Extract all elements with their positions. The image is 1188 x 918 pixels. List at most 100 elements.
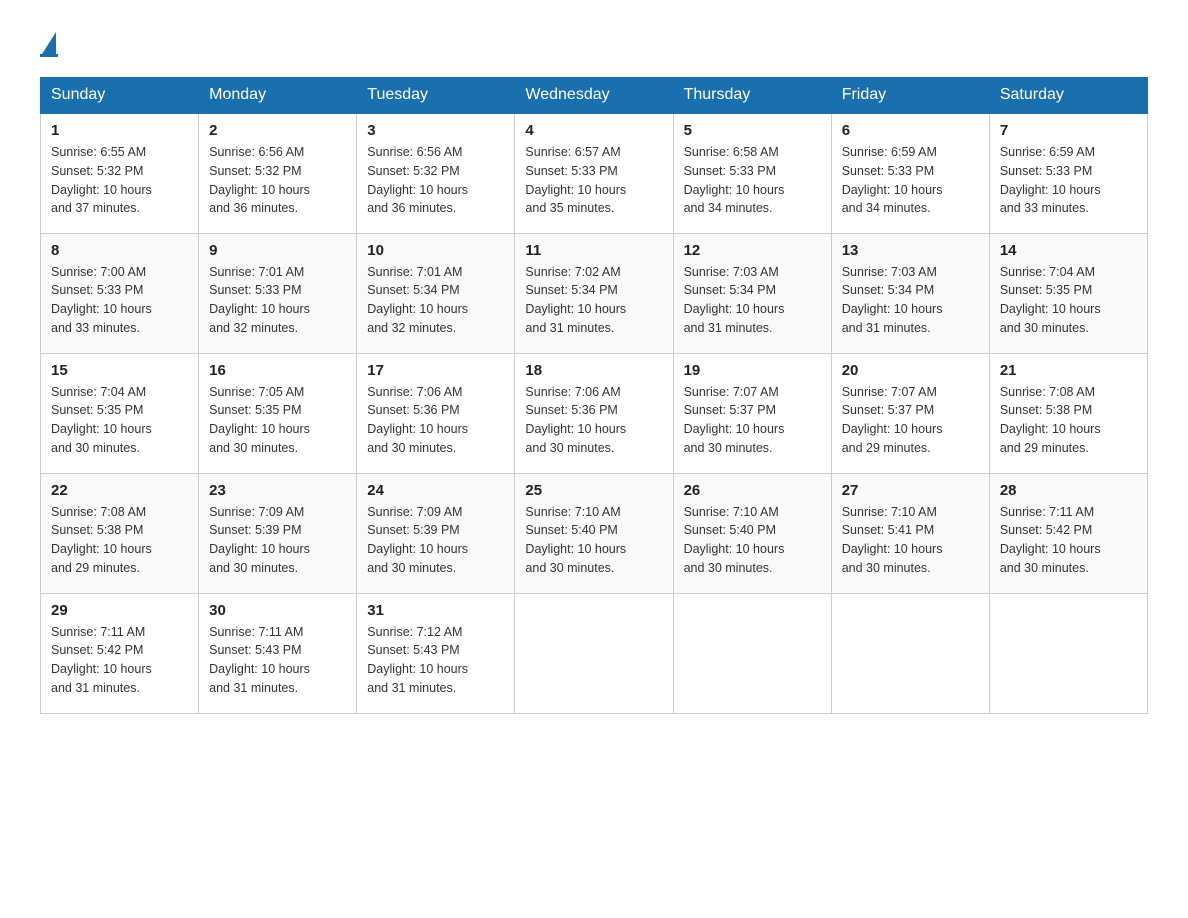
day-info: Sunrise: 7:10 AMSunset: 5:40 PMDaylight:… [525,505,626,575]
day-info: Sunrise: 6:56 AMSunset: 5:32 PMDaylight:… [209,145,310,215]
day-info: Sunrise: 6:57 AMSunset: 5:33 PMDaylight:… [525,145,626,215]
weekday-header-saturday: Saturday [989,78,1147,114]
day-info: Sunrise: 7:08 AMSunset: 5:38 PMDaylight:… [51,505,152,575]
day-info: Sunrise: 7:10 AMSunset: 5:41 PMDaylight:… [842,505,943,575]
day-number: 1 [51,122,188,139]
calendar-day-cell: 19 Sunrise: 7:07 AMSunset: 5:37 PMDaylig… [673,353,831,473]
day-info: Sunrise: 7:03 AMSunset: 5:34 PMDaylight:… [684,265,785,335]
day-info: Sunrise: 6:55 AMSunset: 5:32 PMDaylight:… [51,145,152,215]
day-info: Sunrise: 7:06 AMSunset: 5:36 PMDaylight:… [367,385,468,455]
day-number: 13 [842,242,979,259]
calendar-day-cell: 23 Sunrise: 7:09 AMSunset: 5:39 PMDaylig… [199,473,357,593]
day-number: 6 [842,122,979,139]
calendar-week-row: 8 Sunrise: 7:00 AMSunset: 5:33 PMDayligh… [41,233,1148,353]
calendar-day-cell [515,593,673,713]
day-number: 21 [1000,362,1137,379]
day-info: Sunrise: 6:56 AMSunset: 5:32 PMDaylight:… [367,145,468,215]
calendar-day-cell: 20 Sunrise: 7:07 AMSunset: 5:37 PMDaylig… [831,353,989,473]
day-number: 10 [367,242,504,259]
day-number: 19 [684,362,821,379]
calendar-day-cell: 16 Sunrise: 7:05 AMSunset: 5:35 PMDaylig… [199,353,357,473]
weekday-header-row: SundayMondayTuesdayWednesdayThursdayFrid… [41,78,1148,114]
day-number: 11 [525,242,662,259]
day-number: 29 [51,602,188,619]
day-number: 22 [51,482,188,499]
calendar-day-cell: 29 Sunrise: 7:11 AMSunset: 5:42 PMDaylig… [41,593,199,713]
day-number: 12 [684,242,821,259]
day-number: 31 [367,602,504,619]
weekday-header-monday: Monday [199,78,357,114]
calendar-day-cell [831,593,989,713]
day-info: Sunrise: 7:08 AMSunset: 5:38 PMDaylight:… [1000,385,1101,455]
calendar-day-cell: 9 Sunrise: 7:01 AMSunset: 5:33 PMDayligh… [199,233,357,353]
day-number: 17 [367,362,504,379]
calendar-day-cell: 30 Sunrise: 7:11 AMSunset: 5:43 PMDaylig… [199,593,357,713]
day-info: Sunrise: 7:06 AMSunset: 5:36 PMDaylight:… [525,385,626,455]
day-number: 18 [525,362,662,379]
day-info: Sunrise: 7:00 AMSunset: 5:33 PMDaylight:… [51,265,152,335]
day-info: Sunrise: 7:12 AMSunset: 5:43 PMDaylight:… [367,625,468,695]
calendar-week-row: 29 Sunrise: 7:11 AMSunset: 5:42 PMDaylig… [41,593,1148,713]
day-info: Sunrise: 7:07 AMSunset: 5:37 PMDaylight:… [842,385,943,455]
calendar-day-cell: 4 Sunrise: 6:57 AMSunset: 5:33 PMDayligh… [515,113,673,233]
day-number: 15 [51,362,188,379]
day-number: 27 [842,482,979,499]
calendar-week-row: 22 Sunrise: 7:08 AMSunset: 5:38 PMDaylig… [41,473,1148,593]
day-info: Sunrise: 7:11 AMSunset: 5:42 PMDaylight:… [1000,505,1101,575]
day-info: Sunrise: 7:02 AMSunset: 5:34 PMDaylight:… [525,265,626,335]
calendar-day-cell: 1 Sunrise: 6:55 AMSunset: 5:32 PMDayligh… [41,113,199,233]
calendar-day-cell: 2 Sunrise: 6:56 AMSunset: 5:32 PMDayligh… [199,113,357,233]
day-number: 28 [1000,482,1137,499]
day-info: Sunrise: 7:01 AMSunset: 5:34 PMDaylight:… [367,265,468,335]
calendar-day-cell: 15 Sunrise: 7:04 AMSunset: 5:35 PMDaylig… [41,353,199,473]
day-number: 24 [367,482,504,499]
weekday-header-thursday: Thursday [673,78,831,114]
day-info: Sunrise: 6:58 AMSunset: 5:33 PMDaylight:… [684,145,785,215]
calendar-day-cell: 7 Sunrise: 6:59 AMSunset: 5:33 PMDayligh… [989,113,1147,233]
day-info: Sunrise: 7:05 AMSunset: 5:35 PMDaylight:… [209,385,310,455]
calendar-day-cell: 25 Sunrise: 7:10 AMSunset: 5:40 PMDaylig… [515,473,673,593]
day-number: 30 [209,602,346,619]
calendar-day-cell: 3 Sunrise: 6:56 AMSunset: 5:32 PMDayligh… [357,113,515,233]
calendar-day-cell: 14 Sunrise: 7:04 AMSunset: 5:35 PMDaylig… [989,233,1147,353]
day-number: 23 [209,482,346,499]
day-number: 20 [842,362,979,379]
calendar-day-cell [673,593,831,713]
calendar-day-cell: 13 Sunrise: 7:03 AMSunset: 5:34 PMDaylig… [831,233,989,353]
logo-underline [40,54,58,57]
day-info: Sunrise: 7:03 AMSunset: 5:34 PMDaylight:… [842,265,943,335]
weekday-header-friday: Friday [831,78,989,114]
calendar-day-cell: 31 Sunrise: 7:12 AMSunset: 5:43 PMDaylig… [357,593,515,713]
day-number: 4 [525,122,662,139]
calendar-day-cell [989,593,1147,713]
day-number: 7 [1000,122,1137,139]
day-number: 25 [525,482,662,499]
calendar-day-cell: 8 Sunrise: 7:00 AMSunset: 5:33 PMDayligh… [41,233,199,353]
day-number: 2 [209,122,346,139]
day-info: Sunrise: 7:07 AMSunset: 5:37 PMDaylight:… [684,385,785,455]
calendar-day-cell: 18 Sunrise: 7:06 AMSunset: 5:36 PMDaylig… [515,353,673,473]
day-number: 3 [367,122,504,139]
day-info: Sunrise: 6:59 AMSunset: 5:33 PMDaylight:… [842,145,943,215]
day-number: 9 [209,242,346,259]
calendar-day-cell: 10 Sunrise: 7:01 AMSunset: 5:34 PMDaylig… [357,233,515,353]
day-number: 16 [209,362,346,379]
calendar-day-cell: 21 Sunrise: 7:08 AMSunset: 5:38 PMDaylig… [989,353,1147,473]
calendar-week-row: 15 Sunrise: 7:04 AMSunset: 5:35 PMDaylig… [41,353,1148,473]
day-info: Sunrise: 7:04 AMSunset: 5:35 PMDaylight:… [51,385,152,455]
calendar-day-cell: 24 Sunrise: 7:09 AMSunset: 5:39 PMDaylig… [357,473,515,593]
calendar-day-cell: 5 Sunrise: 6:58 AMSunset: 5:33 PMDayligh… [673,113,831,233]
calendar-day-cell: 17 Sunrise: 7:06 AMSunset: 5:36 PMDaylig… [357,353,515,473]
weekday-header-tuesday: Tuesday [357,78,515,114]
calendar-day-cell: 11 Sunrise: 7:02 AMSunset: 5:34 PMDaylig… [515,233,673,353]
day-info: Sunrise: 7:11 AMSunset: 5:42 PMDaylight:… [51,625,152,695]
day-number: 5 [684,122,821,139]
day-number: 14 [1000,242,1137,259]
day-info: Sunrise: 7:09 AMSunset: 5:39 PMDaylight:… [209,505,310,575]
day-info: Sunrise: 6:59 AMSunset: 5:33 PMDaylight:… [1000,145,1101,215]
calendar-week-row: 1 Sunrise: 6:55 AMSunset: 5:32 PMDayligh… [41,113,1148,233]
calendar-table: SundayMondayTuesdayWednesdayThursdayFrid… [40,77,1148,714]
calendar-day-cell: 26 Sunrise: 7:10 AMSunset: 5:40 PMDaylig… [673,473,831,593]
weekday-header-wednesday: Wednesday [515,78,673,114]
day-info: Sunrise: 7:10 AMSunset: 5:40 PMDaylight:… [684,505,785,575]
